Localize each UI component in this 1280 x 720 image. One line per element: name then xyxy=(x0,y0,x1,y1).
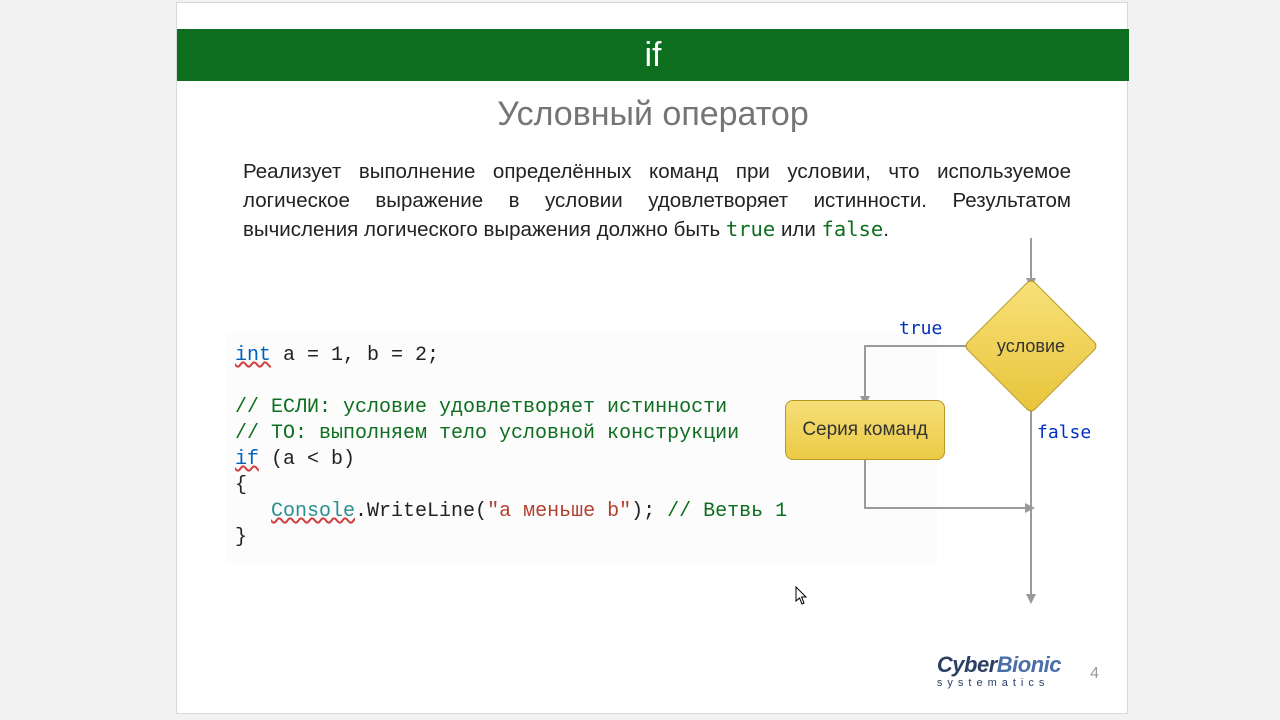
code-call: .WriteLine( xyxy=(355,500,487,523)
comment-3: // Ветвь 1 xyxy=(667,500,787,523)
logo-cyber: Cyber xyxy=(937,652,997,677)
slide: if Условный оператор Реализует выполнени… xyxy=(176,2,1128,714)
cls-console: Console xyxy=(271,500,355,523)
page-number: 4 xyxy=(1090,665,1099,683)
code-rbrace: } xyxy=(235,526,247,549)
flow-false-label: false xyxy=(1037,422,1091,443)
flow-commands-box: Серия команд xyxy=(785,400,945,460)
flow-condition-label: условие xyxy=(983,298,1079,394)
logo: CyberBionic systematics xyxy=(937,654,1061,689)
code-lbrace: { xyxy=(235,474,247,497)
subtitle: Условный оператор xyxy=(177,95,1129,134)
code-cond: (a < b) xyxy=(259,448,355,471)
code-string: "a меньше b" xyxy=(487,500,631,523)
logo-bionic: Bionic xyxy=(997,652,1061,677)
description-text: Реализует выполнение определённых команд… xyxy=(243,158,1071,245)
code-decl: a = 1, b = 2; xyxy=(271,344,439,367)
kw-if: if xyxy=(235,448,259,471)
kw-int: int xyxy=(235,344,271,367)
flowchart: условие true false Серия команд xyxy=(777,238,1107,618)
comment-1: // ЕСЛИ: условие удовлетворяет истинност… xyxy=(235,396,727,419)
flow-true-label: true xyxy=(899,318,942,339)
title-banner: if xyxy=(177,29,1129,81)
code-after: ); xyxy=(631,500,667,523)
comment-2: // ТО: выполняем тело условной конструкц… xyxy=(235,422,739,445)
desc-part1: Реализует выполнение определённых команд… xyxy=(243,160,1071,241)
desc-true: true xyxy=(726,217,775,241)
logo-sub: systematics xyxy=(937,678,1061,689)
logo-top: CyberBionic xyxy=(937,654,1061,676)
